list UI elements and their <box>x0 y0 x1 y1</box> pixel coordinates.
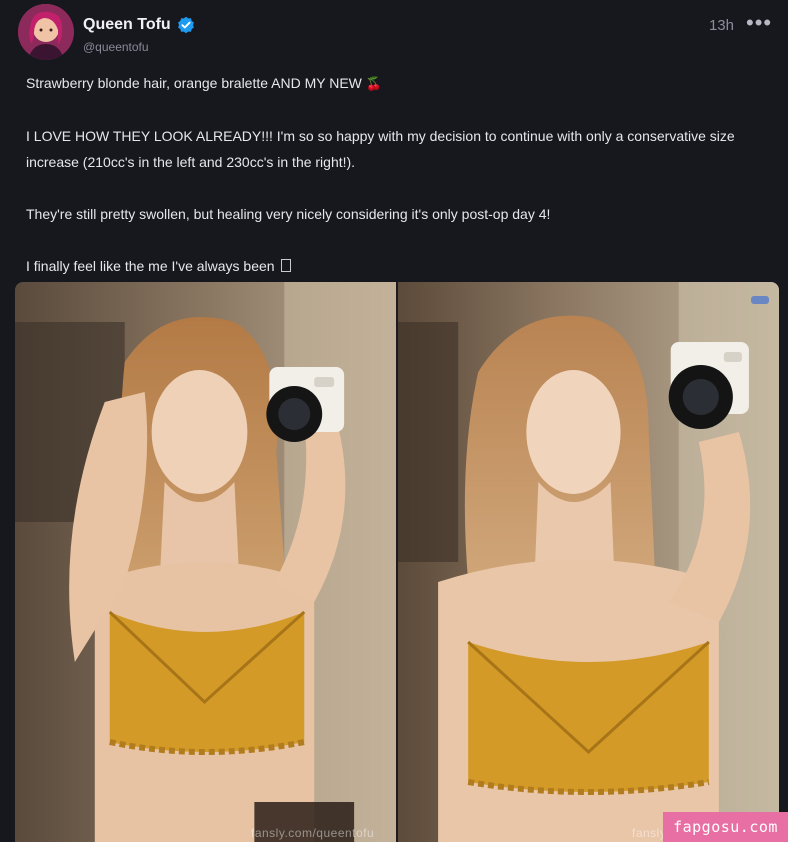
author-name-row: Queen Tofu <box>83 16 195 34</box>
photo-1-watermark: fansly.com/queentofu <box>251 826 375 840</box>
post-paragraph-1: Strawberry blonde hair, orange bralette … <box>26 70 771 97</box>
post-paragraph-4-text: I finally feel like the me I've always b… <box>26 258 275 274</box>
cherry-emoji-icon: 🍒 <box>365 76 382 91</box>
unsupported-emoji-icon <box>281 259 292 272</box>
photo-1[interactable]: fansly.com/queentofu <box>15 282 396 842</box>
site-watermark-badge: fapgosu.com <box>663 812 788 842</box>
post-paragraph-2: I LOVE HOW THEY LOOK ALREADY!!! I'm so s… <box>26 128 735 170</box>
avatar[interactable] <box>18 4 74 60</box>
photo-2[interactable]: fansly <box>398 282 779 842</box>
more-options-icon[interactable]: ••• <box>746 12 771 36</box>
media-indicator-icon <box>751 296 769 304</box>
post-card: Queen Tofu @queentofu 13h ••• Strawberry… <box>0 0 788 842</box>
author-display-name[interactable]: Queen Tofu <box>83 16 171 34</box>
photo-2-watermark: fansly <box>632 826 667 840</box>
post-header: Queen Tofu @queentofu 13h ••• <box>18 4 778 62</box>
media-gallery: fansly.com/queentofu fansly <box>15 282 779 842</box>
verified-badge-icon <box>177 16 195 34</box>
post-paragraph-3: They're still pretty swollen, but healin… <box>26 206 551 222</box>
post-body: Strawberry blonde hair, orange bralette … <box>26 70 771 305</box>
mirror-selfie-image-1 <box>15 282 396 842</box>
avatar-image <box>18 4 74 60</box>
post-paragraph-1-text: Strawberry blonde hair, orange bralette … <box>26 75 362 91</box>
mirror-selfie-image-2 <box>398 282 779 842</box>
post-timestamp[interactable]: 13h <box>709 17 734 34</box>
post-paragraph-4: I finally feel like the me I've always b… <box>26 253 771 279</box>
author-handle[interactable]: @queentofu <box>83 40 149 54</box>
